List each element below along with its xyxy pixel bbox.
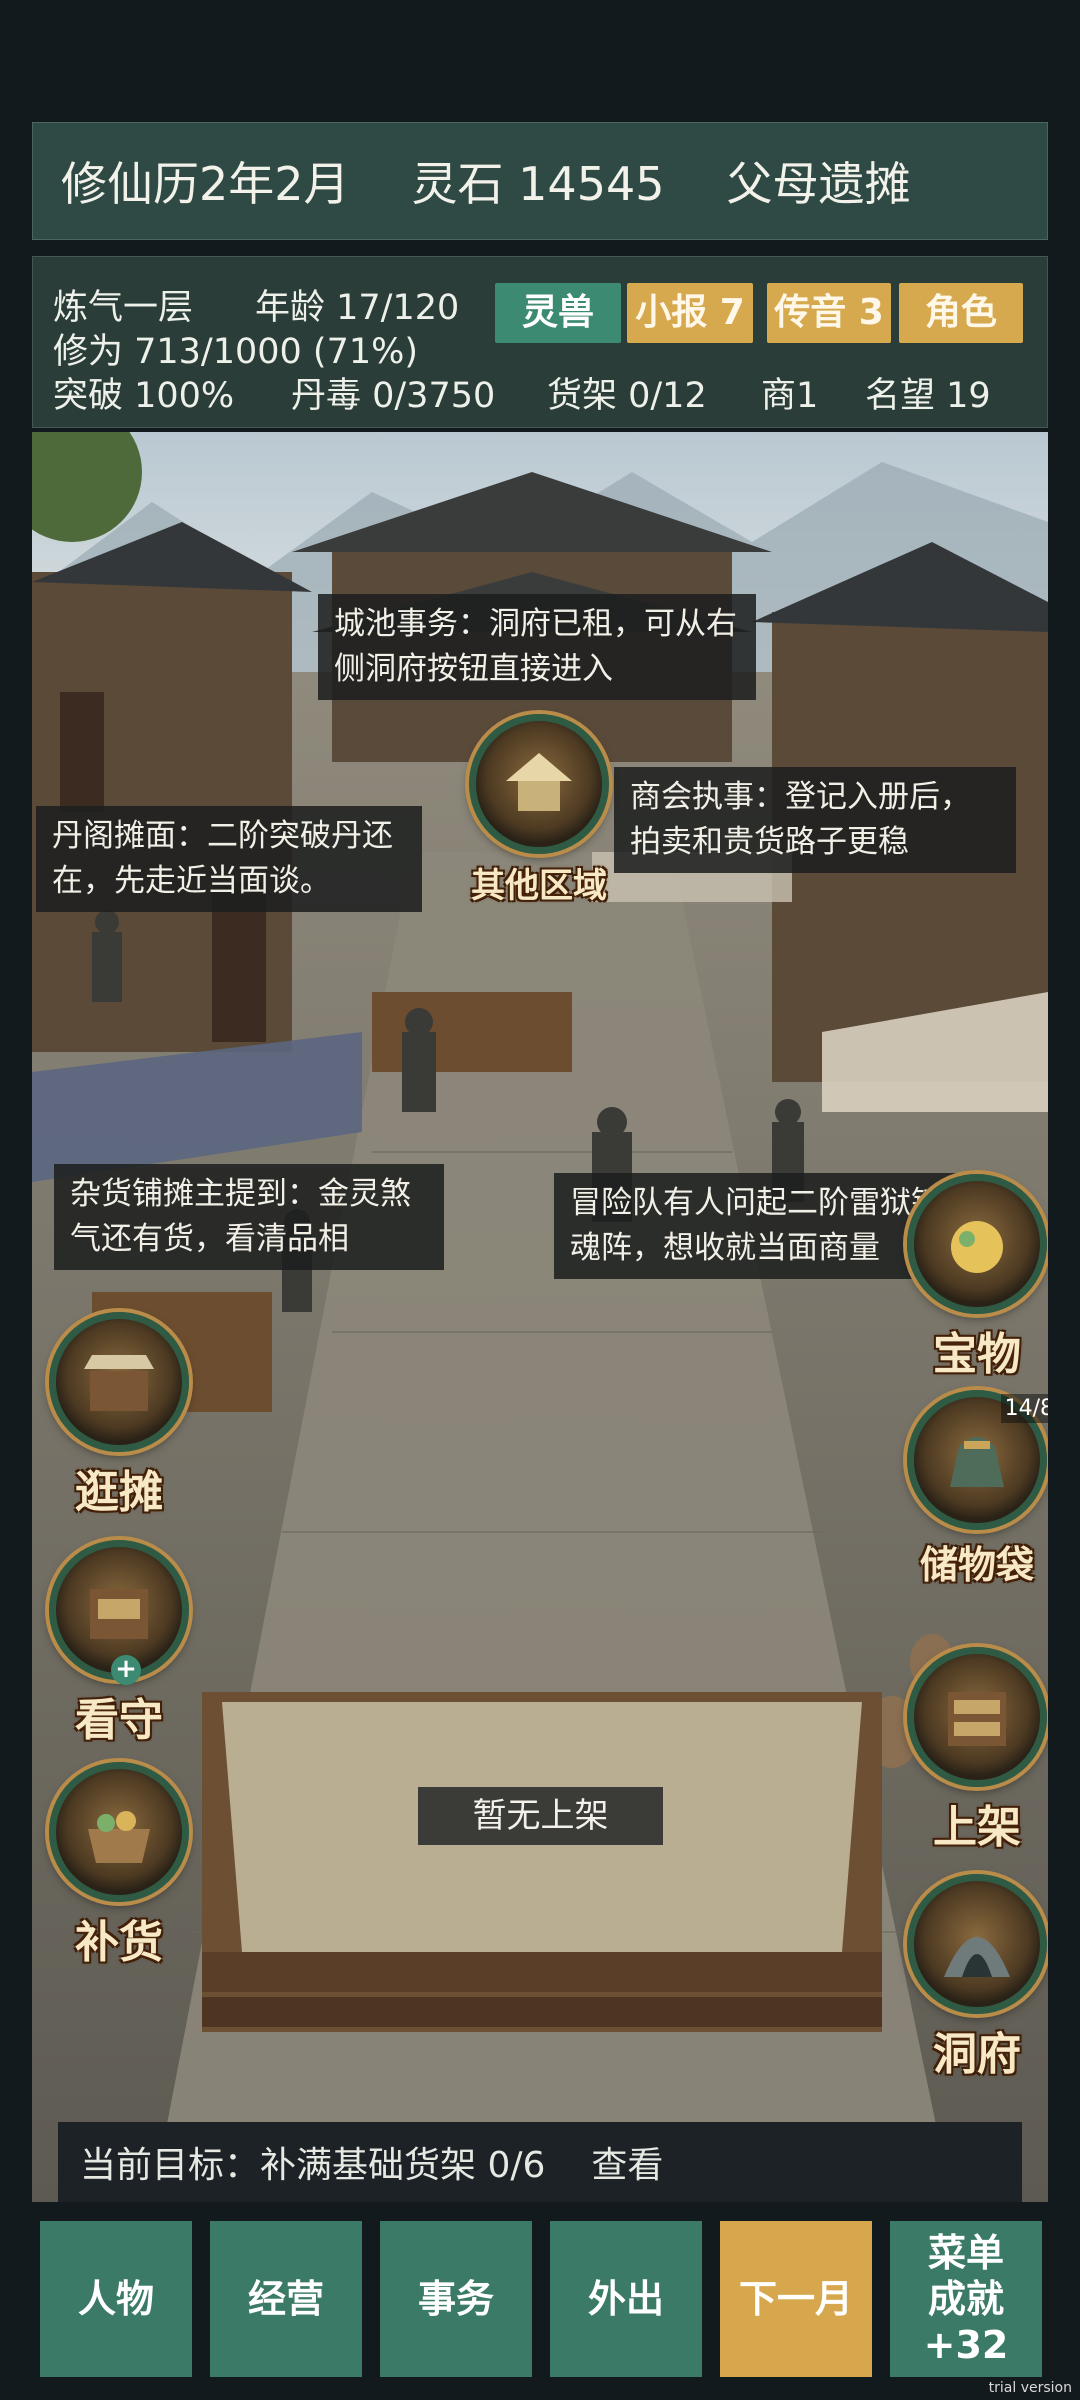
menu-label: 菜单	[927, 2231, 1004, 2275]
treasure-icon	[907, 1174, 1047, 1314]
basket-icon	[49, 1762, 189, 1902]
guard-button[interactable]: + 看守	[44, 1540, 194, 1748]
nav-affairs-button[interactable]: 事务	[380, 2221, 532, 2377]
breakthrough: 突破 100%	[53, 376, 235, 416]
plus-icon: +	[111, 1655, 141, 1685]
restock-label: 补货	[75, 1917, 163, 1968]
nav-business-button[interactable]: 经营	[210, 2221, 362, 2377]
tip-pill-pavilion: 丹阁摊面：二阶突破丹还在，先走近当面谈。	[36, 806, 422, 912]
achievements-label: 成就+32	[923, 2277, 1009, 2367]
other-areas-label: 其他区域	[471, 866, 607, 906]
goal-text: 当前目标：补满基础货架 0/6	[80, 2145, 546, 2186]
menu-button[interactable]: 菜单 成就+32	[890, 2221, 1042, 2377]
goal-view-link[interactable]: 查看	[591, 2136, 663, 2188]
treasure-label: 宝物	[933, 1329, 1021, 1380]
character-chip-button[interactable]: 角色	[899, 283, 1023, 343]
restock-button[interactable]: 补货	[44, 1762, 194, 1970]
storage-bag-label: 储物袋	[919, 1542, 1034, 1587]
other-areas-button[interactable]: 其他区域	[464, 714, 614, 907]
nav-character-button[interactable]: 人物	[40, 2221, 192, 2377]
list-item-button[interactable]: 上架	[902, 1647, 1048, 1855]
location-name: 父母遗摊	[726, 157, 911, 211]
other-areas-icon	[469, 714, 609, 854]
beast-button[interactable]: 灵兽	[495, 283, 621, 343]
tip-grocery: 杂货铺摊主提到：金灵煞气还有货，看清品相	[54, 1164, 444, 1270]
guard-label: 看守	[75, 1695, 163, 1746]
next-month-button[interactable]: 下一月	[720, 2221, 872, 2377]
nav-outing-button[interactable]: 外出	[550, 2221, 702, 2377]
storage-count-badge: 14/86	[1000, 1394, 1048, 1423]
list-item-label: 上架	[933, 1802, 1021, 1853]
cave-dwelling-label: 洞府	[933, 2029, 1021, 2080]
top-header: 修仙历2年2月 灵石 14545 父母遗摊	[32, 122, 1048, 240]
market-scene: 城池事务：洞府已租，可从右侧洞府按钮直接进入 商会执事：登记入册后，拍卖和贵货路…	[32, 432, 1048, 2202]
calendar-date: 修仙历2年2月	[61, 157, 350, 211]
rumor-button[interactable]: 传音 3	[767, 283, 891, 343]
bottom-nav: 人物 经营 事务 外出 下一月 菜单 成就+32	[0, 2205, 1080, 2400]
shelf-icon	[907, 1647, 1047, 1787]
status-panel: 炼气一层 年龄 17/120 修为 713/1000 (71%) 突破 100%…	[32, 256, 1048, 428]
reputation: 名望 19	[865, 376, 991, 416]
trial-watermark: trial version	[988, 2380, 1072, 2396]
merchant-rank: 商1	[761, 376, 819, 416]
storage-bag-button[interactable]: 14/86 储物袋	[902, 1390, 1048, 1589]
spirit-stones: 灵石 14545	[411, 157, 665, 211]
cave-icon	[907, 1874, 1047, 2014]
treasure-button[interactable]: 宝物	[902, 1174, 1048, 1382]
stall-icon	[49, 1312, 189, 1452]
pill-toxin: 丹毒 0/3750	[291, 376, 496, 416]
browse-stalls-label: 逛摊	[75, 1467, 163, 1518]
cave-dwelling-button[interactable]: 洞府	[902, 1874, 1048, 2082]
stall-empty-label: 暂无上架	[418, 1787, 663, 1845]
tip-city-affairs: 城池事务：洞府已租，可从右侧洞府按钮直接进入	[318, 594, 756, 700]
current-goal-bar: 当前目标：补满基础货架 0/6 查看	[58, 2122, 1022, 2202]
news-button[interactable]: 小报 7	[627, 283, 753, 343]
shelf-count: 货架 0/12	[547, 376, 707, 416]
browse-stalls-button[interactable]: 逛摊	[44, 1312, 194, 1520]
tip-guild: 商会执事：登记入册后，拍卖和贵货路子更稳	[614, 767, 1016, 873]
guard-shop-icon: +	[49, 1540, 189, 1685]
